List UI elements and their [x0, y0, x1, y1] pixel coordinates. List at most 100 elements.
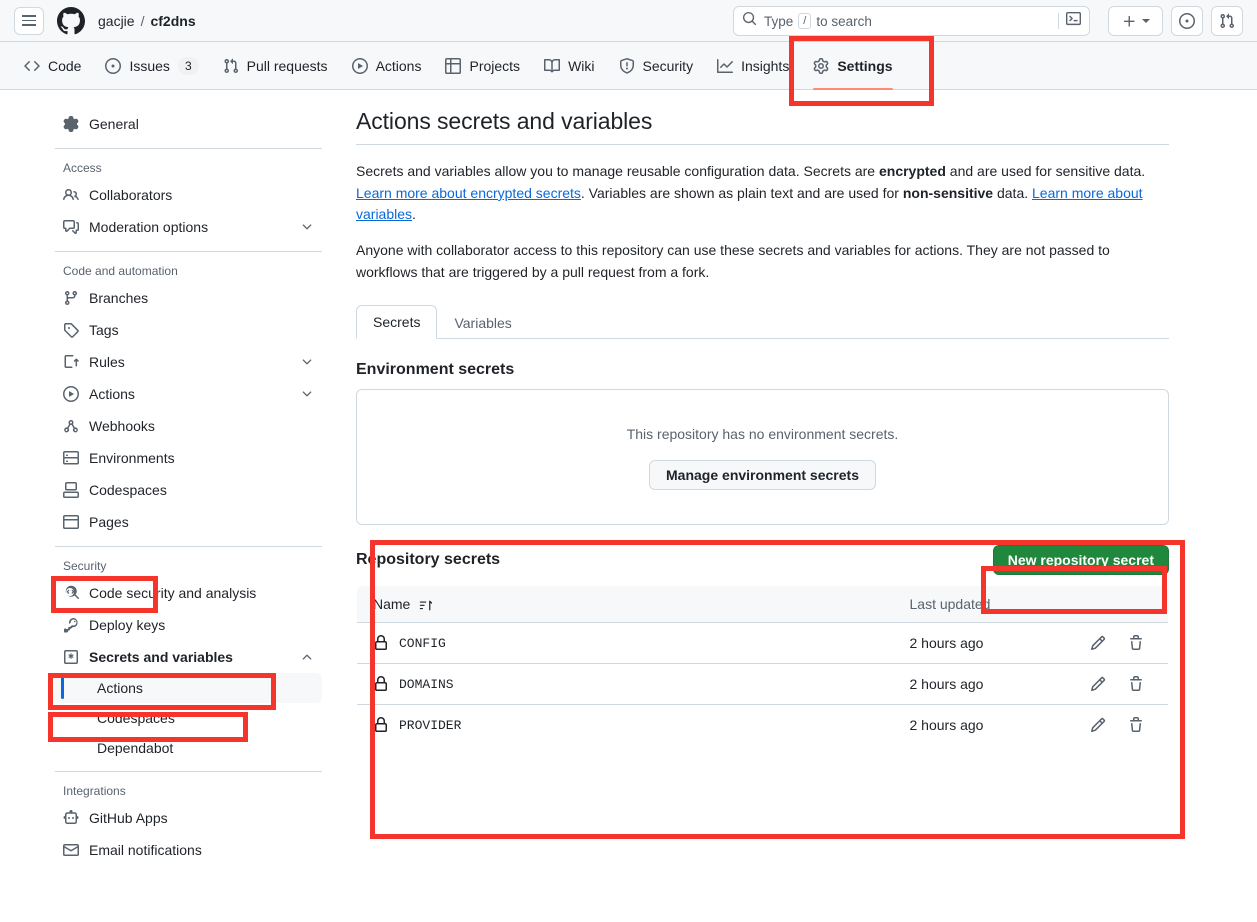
sidebar-label-secrets-and-variables: Secrets and variables [89, 649, 233, 665]
sidebar-label-email-notifications: Email notifications [89, 842, 202, 858]
secret-name-cell: CONFIG [357, 622, 894, 665]
sidebar-subitem-codespaces[interactable]: Codespaces [55, 703, 322, 733]
sidebar-subitem-actions[interactable]: Actions [55, 673, 322, 703]
sidebar-item-tags[interactable]: Tags [55, 314, 322, 346]
new-repository-secret-button[interactable]: New repository secret [992, 545, 1169, 576]
sidebar-section-security: Security [63, 559, 107, 573]
chevron-down-icon[interactable] [300, 220, 314, 234]
secret-last-updated: 2 hours ago [893, 622, 1074, 665]
sidebar-item-branches[interactable]: Branches [55, 282, 322, 314]
issues-count-badge: 3 [177, 56, 199, 75]
sidebar-item-codespaces[interactable]: Codespaces [55, 474, 322, 506]
apps-icon [63, 810, 79, 826]
nav-code[interactable]: Code [14, 49, 91, 83]
chevron-up-icon[interactable] [300, 650, 314, 664]
search-input[interactable]: Type / to search [733, 6, 1090, 36]
sidebar-item-email-notifications[interactable]: Email notifications [55, 834, 322, 866]
secret-name[interactable]: CONFIG [399, 636, 446, 651]
issues-button[interactable] [1171, 6, 1203, 36]
pull-requests-button[interactable] [1211, 6, 1243, 36]
nav-pull-requests[interactable]: Pull requests [213, 49, 338, 83]
github-logo-icon[interactable] [57, 6, 85, 35]
breadcrumb-separator: / [140, 12, 145, 29]
sidebar-item-secrets-and-variables[interactable]: Secrets and variables [55, 641, 322, 673]
search-placeholder: Type / to search [764, 13, 872, 29]
sidebar-label-codespaces: Codespaces [89, 482, 167, 498]
chevron-down-icon[interactable] [300, 387, 314, 401]
sidebar-subitem-dependabot[interactable]: Dependabot [55, 733, 322, 763]
sidebar-sublabel-dependabot: Dependabot [97, 740, 174, 756]
secret-actions [1073, 663, 1168, 706]
table-row: DOMAINS 2 hours ago [357, 663, 1168, 706]
sidebar-label-general: General [89, 116, 139, 132]
search-icon [742, 11, 757, 31]
sidebar-label-actions: Actions [89, 386, 135, 402]
sidebar-item-actions[interactable]: Actions [55, 378, 322, 410]
secret-name[interactable]: DOMAINS [399, 677, 454, 692]
nav-projects-label: Projects [469, 57, 521, 74]
sidebar-section-access: Access [63, 161, 102, 175]
sidebar-item-code-security-and-analysis[interactable]: Code security and analysis [55, 577, 322, 609]
nav-security[interactable]: Security [609, 49, 704, 83]
sidebar-item-rules[interactable]: Rules [55, 346, 322, 378]
hamburger-menu-icon[interactable] [14, 6, 44, 35]
tab-variables[interactable]: Variables [437, 306, 528, 339]
play-icon [63, 386, 79, 402]
sidebar-item-webhooks[interactable]: Webhooks [55, 410, 322, 442]
people-icon [63, 187, 79, 203]
sidebar-item-deploy-keys[interactable]: Deploy keys [55, 609, 322, 641]
delete-secret-icon[interactable] [1128, 635, 1144, 651]
nav-insights[interactable]: Insights [707, 49, 799, 83]
secret-name-cell: DOMAINS [357, 663, 894, 706]
sidebar-label-tags: Tags [89, 322, 119, 338]
nav-insights-label: Insights [741, 57, 790, 74]
top-header: gacjie / cf2dns Type / to search [0, 0, 1257, 42]
create-new-button[interactable] [1108, 6, 1163, 36]
link-encrypted-secrets[interactable]: Learn more about encrypted secrets [356, 185, 581, 201]
edit-secret-icon[interactable] [1090, 676, 1106, 692]
breadcrumb-repo[interactable]: cf2dns [150, 13, 195, 29]
edit-secret-icon[interactable] [1090, 635, 1106, 651]
sidebar-label-deploy-keys: Deploy keys [89, 617, 166, 633]
gear-icon [813, 57, 829, 74]
sidebar-item-environments[interactable]: Environments [55, 442, 322, 474]
graph-icon [717, 58, 734, 74]
sidebar-item-collaborators[interactable]: Collaborators [55, 179, 322, 211]
sidebar-label-moderation-options: Moderation options [89, 219, 209, 235]
nav-settings[interactable]: Settings [803, 49, 902, 90]
settings-sidebar: General Access Collaborators Moderation … [0, 108, 330, 866]
nav-wiki[interactable]: Wiki [534, 49, 604, 83]
sidebar-item-general[interactable]: General [55, 108, 322, 140]
manage-environment-secrets-button[interactable]: Manage environment secrets [649, 460, 876, 491]
breadcrumb: gacjie / cf2dns [98, 13, 196, 29]
edit-secret-icon[interactable] [1090, 717, 1106, 733]
tab-secrets[interactable]: Secrets [356, 305, 438, 340]
title-divider [356, 144, 1169, 145]
nav-actions[interactable]: Actions [342, 49, 432, 83]
secret-icon [63, 649, 79, 665]
description-paragraph-1: Secrets and variables allow you to manag… [356, 161, 1169, 226]
key-icon [63, 617, 79, 633]
nav-projects[interactable]: Projects [435, 49, 530, 83]
delete-secret-icon[interactable] [1128, 676, 1144, 692]
sidebar-label-branches: Branches [89, 290, 149, 306]
sidebar-item-moderation-options[interactable]: Moderation options [55, 211, 322, 243]
column-header-name[interactable]: Name [357, 586, 894, 624]
terminal-icon[interactable] [1066, 11, 1081, 31]
desc1-text-a: Secrets and variables allow you to manag… [356, 163, 879, 179]
breadcrumb-owner[interactable]: gacjie [98, 13, 135, 29]
delete-secret-icon[interactable] [1128, 717, 1144, 733]
sidebar-item-pages[interactable]: Pages [55, 506, 322, 538]
desc1-bold-non-sensitive: non-sensitive [902, 184, 994, 201]
github-settings-page: gacjie / cf2dns Type / to search Code Is… [0, 0, 1257, 922]
nav-issues[interactable]: Issues 3 [95, 49, 208, 83]
codescan-icon [63, 585, 79, 601]
chevron-down-icon[interactable] [300, 355, 314, 369]
secret-name[interactable]: PROVIDER [399, 718, 461, 733]
sidebar-item-github-apps[interactable]: GitHub Apps [55, 802, 322, 834]
table-body: CONFIG 2 hours ago DOMAINS 2 hours ago P… [357, 622, 1168, 746]
sort-ascending-icon[interactable] [419, 599, 433, 612]
sidebar-divider [55, 771, 322, 772]
sidebar-divider [55, 148, 322, 149]
git-branch-icon [63, 290, 79, 306]
